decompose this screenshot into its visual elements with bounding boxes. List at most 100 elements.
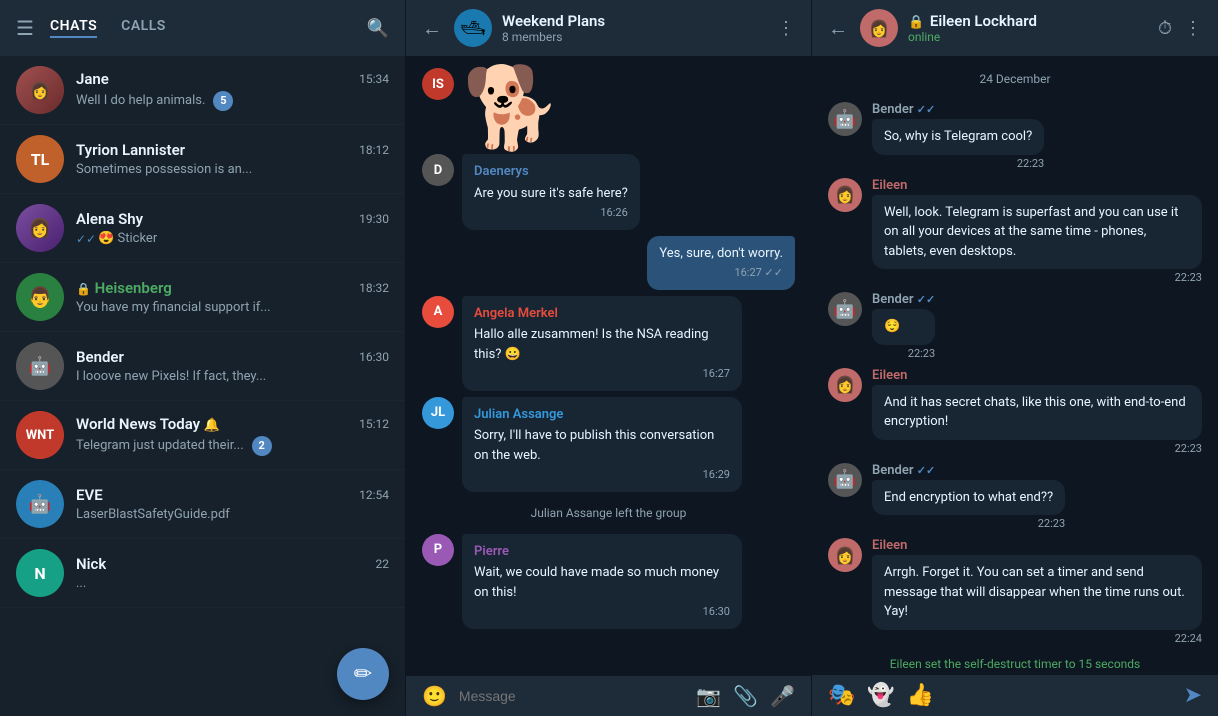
right-emoji-icon-3[interactable]: 👍 [907,683,934,708]
chat-name: Jane [76,70,109,88]
message-bubble: Julian AssangeSorry, I'll have to publis… [462,397,742,492]
right-message-row: 👩EileenAnd it has secret chats, like thi… [828,368,1202,455]
avatar: 👩 [828,538,862,572]
message-row: JLJulian AssangeSorry, I'll have to publ… [422,397,795,492]
right-emoji-icon-1[interactable]: 🎭 [828,683,855,708]
chat-item-bender[interactable]: 🤖 Bender 16:30 I looove new Pixels! If fact… [0,332,405,401]
chat-name: EVE [76,486,103,504]
right-message-row: 🤖Bender ✓✓😌22:23 [828,292,1202,360]
right-header-info: 🔒 Eileen Lockhard online [908,12,1158,44]
right-more-icon[interactable]: ⋮ [1184,18,1202,39]
tab-chats[interactable]: CHATS [50,18,97,38]
avatar: N [16,549,64,597]
attach-icon[interactable]: 📎 [733,684,758,708]
chat-name: Nick [76,555,106,573]
right-chat-header: ← 👩 🔒 Eileen Lockhard online ⏱ ⋮ [812,0,1218,56]
search-icon[interactable]: 🔍 [367,18,389,39]
right-input-bar: 🎭 👻 👍 ➤ [812,675,1218,716]
avatar: JL [422,397,454,429]
avatar: P [422,534,454,566]
chat-preview: You have my financial support if... [76,300,271,315]
mic-icon[interactable]: 🎤 [770,684,795,708]
right-panel: ← 👩 🔒 Eileen Lockhard online ⏱ ⋮ 24 Dece… [812,0,1218,716]
date-divider: 24 December [828,72,1202,86]
right-emoji-icon-2[interactable]: 👻 [867,683,894,708]
chat-preview: ... [76,576,86,591]
right-message-row: 👩EileenWell, look. Telegram is superfast… [828,178,1202,285]
chat-name: Alena Shy [76,210,143,228]
chat-item-eve[interactable]: 🤖 EVE 12:54 LaserBlastSafetyGuide.pdf [0,470,405,539]
chat-item-tyrion[interactable]: TLTyrion Lannister18:12Sometimes possess… [0,125,405,194]
right-message-row: 👩EileenArrgh. Forget it. You can set a t… [828,538,1202,645]
chat-time: 19:30 [359,212,389,226]
mid-chat-sub: 8 members [502,30,777,44]
avatar: 👨 [16,273,64,321]
avatar: 👩 [16,66,64,114]
chat-preview: I looove new Pixels! If fact, they... [76,369,266,384]
send-button[interactable]: ➤ [1184,683,1202,708]
emoji-icon[interactable]: 🙂 [422,684,447,708]
chat-time: 15:34 [359,72,389,86]
avatar: 🤖 [828,463,862,497]
message-row: PPierreWait, we could have made so much … [422,534,795,629]
chat-item-nick[interactable]: N Nick 22... [0,539,405,608]
chat-time: 15:12 [359,417,389,431]
message-input[interactable] [459,688,684,704]
mid-panel: ← 🛥 Weekend Plans 8 members ⋮ IS🐕DDaener… [406,0,812,716]
unread-badge: 2 [252,436,272,456]
timer-icon[interactable]: ⏱ [1158,18,1172,39]
message-bubble: DaenerysAre you sure it's safe here?16:2… [462,154,640,230]
chat-time: 18:12 [359,143,389,157]
system-notification: Eileen set the self-destruct timer to 15… [828,657,1202,671]
hamburger-icon[interactable]: ☰ [16,16,34,40]
back-button[interactable]: ← [422,16,442,41]
chat-list: 👩Jane15:34Well I do help animals.5TLTyri… [0,56,405,716]
right-back-button[interactable]: ← [828,16,848,41]
chat-item-heisenberg[interactable]: 👨🔒 Heisenberg18:32You have my financial … [0,263,405,332]
camera-icon[interactable]: 📷 [696,684,721,708]
tabs: CHATS CALLS [50,18,367,38]
chat-item-jane[interactable]: 👩Jane15:34Well I do help animals.5 [0,56,405,125]
tab-calls[interactable]: CALLS [121,18,166,38]
avatar: 🤖 [828,292,862,326]
compose-fab[interactable]: ✏ [337,648,389,700]
right-message-row: 🤖Bender ✓✓End encryption to what end??22… [828,463,1202,531]
message-row: Yes, sure, don't worry.16:27 ✓✓ [422,236,795,290]
chat-preview: LaserBlastSafetyGuide.pdf [76,507,230,522]
avatar: 🤖 [16,342,64,390]
avatar: 🤖 [828,102,862,136]
avatar: IS [422,68,454,100]
system-message: Julian Assange left the group [422,506,795,520]
mid-header-info: Weekend Plans 8 members [502,12,777,44]
chat-time: 18:32 [359,281,389,295]
secret-lock-icon: 🔒 [908,15,924,30]
right-online-status: online [908,30,1158,44]
chat-time: 16:30 [359,350,389,364]
message-row: DDaenerysAre you sure it's safe here?16:… [422,154,795,230]
avatar: 🤖 [16,480,64,528]
right-chat-name: 🔒 Eileen Lockhard [908,12,1158,30]
right-messages-area: 24 December 🤖Bender ✓✓So, why is Telegra… [812,56,1218,675]
chat-item-worldnews[interactable]: WNT World News Today 🔔 15:12 Telegram just … [0,401,405,470]
chat-name: Tyrion Lannister [76,141,185,159]
more-icon[interactable]: ⋮ [777,18,795,39]
message-bubble: PierreWait, we could have made so much m… [462,534,742,629]
avatar: TL [16,135,64,183]
chat-time: 22 [376,557,390,571]
mid-chat-header: ← 🛥 Weekend Plans 8 members ⋮ [406,0,811,56]
chat-time: 12:54 [359,488,389,502]
messages-area: IS🐕DDaenerysAre you sure it's safe here?… [406,56,811,676]
avatar: WNT [16,411,64,459]
chat-preview: 😍 Sticker [98,231,157,246]
chat-name: World News Today 🔔 [76,415,220,433]
sticker-message: IS🐕 [422,68,795,148]
chat-item-alena[interactable]: 👩Alena Shy19:30✓✓😍 Sticker [0,194,405,263]
right-message-row: 🤖Bender ✓✓So, why is Telegram cool?22:23 [828,102,1202,170]
chat-preview: Telegram just updated their... [76,438,244,453]
left-header: ☰ CHATS CALLS 🔍 [0,0,405,56]
chat-preview: Well I do help animals. [76,93,205,108]
left-panel: ☰ CHATS CALLS 🔍 👩 Jane 15:34 Well I do help… [0,0,406,716]
avatar: 👩 [828,368,862,402]
avatar: 👩 [16,204,64,252]
chat-name: Bender [76,348,124,366]
